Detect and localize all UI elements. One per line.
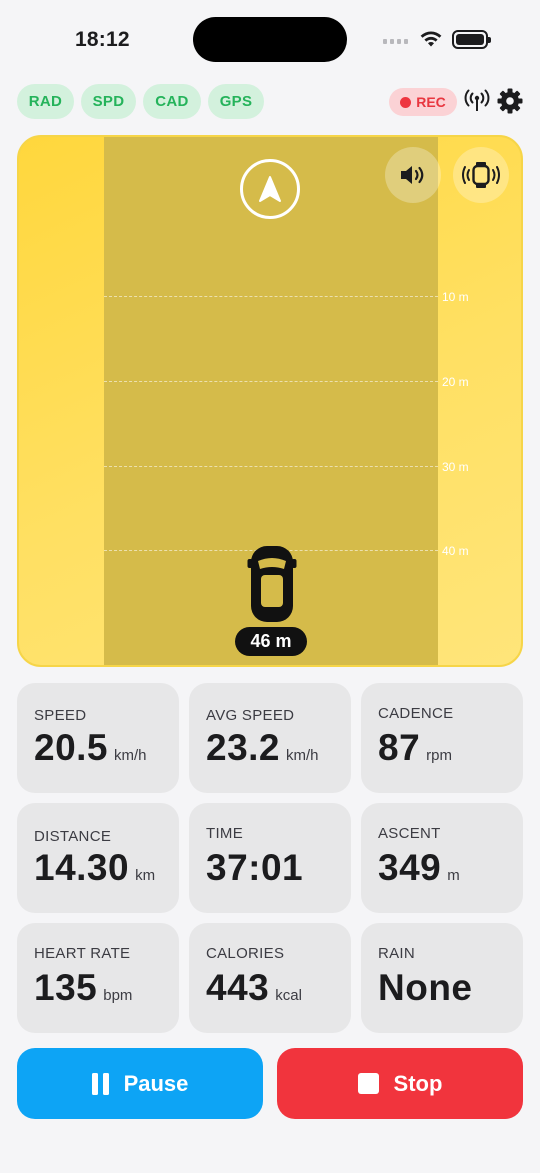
metric-card-rain: RAIN None xyxy=(361,923,523,1033)
metric-value: 37:01 xyxy=(206,847,304,888)
metric-card-avg-speed: AVG SPEED 23.2 km/h xyxy=(189,683,351,793)
sensor-cad-badge[interactable]: CAD xyxy=(143,84,201,119)
metric-unit: m xyxy=(447,867,460,884)
rec-dot-icon xyxy=(400,96,412,108)
antenna-icon[interactable] xyxy=(464,89,490,113)
metric-unit: bpm xyxy=(103,987,133,1004)
watch-vibrate-icon xyxy=(462,162,500,188)
metric-value: 87 xyxy=(378,727,421,768)
metric-card-calories: CALORIES 443 kcal xyxy=(189,923,351,1033)
metric-card-time: TIME 37:01 xyxy=(189,803,351,913)
metric-label: CADENCE xyxy=(378,705,454,722)
battery-icon xyxy=(452,30,491,49)
radar-grid-line xyxy=(104,296,438,297)
metric-unit: rpm xyxy=(426,747,452,764)
metric-label: AVG SPEED xyxy=(206,707,295,724)
metric-label: TIME xyxy=(206,825,244,842)
metric-unit: km xyxy=(135,867,156,884)
metric-card-heart-rate: HEART RATE 135 bpm xyxy=(17,923,179,1033)
watch-vibrate-button[interactable] xyxy=(453,147,509,203)
metric-label: CALORIES xyxy=(206,945,285,962)
stop-button[interactable]: Stop xyxy=(277,1048,523,1119)
radar-grid-line xyxy=(104,466,438,467)
metric-label: SPEED xyxy=(34,707,87,724)
metric-unit: km/h xyxy=(114,747,147,764)
status-bar: 18:12 xyxy=(0,0,540,80)
stop-label: Stop xyxy=(393,1070,443,1096)
radar-grid-label: 10 m xyxy=(442,290,469,304)
vehicle-car-icon xyxy=(247,546,297,622)
metric-value: 23.2 xyxy=(206,727,281,768)
sound-button[interactable] xyxy=(385,147,441,203)
vehicle-distance-badge: 46 m xyxy=(235,627,307,656)
compass-button[interactable] xyxy=(240,159,300,219)
gear-icon[interactable] xyxy=(497,88,523,114)
metric-unit: km/h xyxy=(286,747,319,764)
metric-value: 135 xyxy=(34,967,98,1008)
sensor-rad-badge[interactable]: RAD xyxy=(17,84,74,119)
metric-label: ASCENT xyxy=(378,825,441,842)
metric-label: RAIN xyxy=(378,945,416,962)
rec-badge[interactable]: REC xyxy=(389,88,457,116)
cellular-signal-icon xyxy=(383,39,408,44)
status-time: 18:12 xyxy=(75,28,130,51)
pause-icon xyxy=(91,1072,109,1095)
speaker-icon xyxy=(401,166,424,184)
metric-label: DISTANCE xyxy=(34,828,112,845)
radar-panel: 10 m 20 m 30 m 40 m 46 m xyxy=(17,135,523,667)
metric-label: HEART RATE xyxy=(34,945,131,962)
metric-card-speed: SPEED 20.5 km/h xyxy=(17,683,179,793)
radar-grid-label: 20 m xyxy=(442,375,469,389)
metric-unit: kcal xyxy=(275,987,302,1004)
pause-button[interactable]: Pause xyxy=(17,1048,263,1119)
pause-label: Pause xyxy=(123,1070,189,1096)
radar-grid-label: 30 m xyxy=(442,460,469,474)
metric-value: 14.30 xyxy=(34,847,130,888)
metric-value: 443 xyxy=(206,967,270,1008)
metric-value: 349 xyxy=(378,847,442,888)
sensor-gps-badge[interactable]: GPS xyxy=(208,84,264,119)
dynamic-island xyxy=(193,17,347,62)
metric-value: 20.5 xyxy=(34,727,109,768)
metric-card-cadence: CADENCE 87 rpm xyxy=(361,683,523,793)
radar-grid-label: 40 m xyxy=(442,544,469,558)
metric-card-distance: DISTANCE 14.30 km xyxy=(17,803,179,913)
compass-arrow-icon xyxy=(259,176,281,202)
sensor-spd-badge[interactable]: SPD xyxy=(81,84,136,119)
metric-card-ascent: ASCENT 349 m xyxy=(361,803,523,913)
rec-label: REC xyxy=(416,94,446,110)
radar-grid-line xyxy=(104,381,438,382)
wifi-icon xyxy=(420,31,442,47)
metric-value: None xyxy=(378,967,473,1008)
stop-icon xyxy=(357,1072,379,1094)
